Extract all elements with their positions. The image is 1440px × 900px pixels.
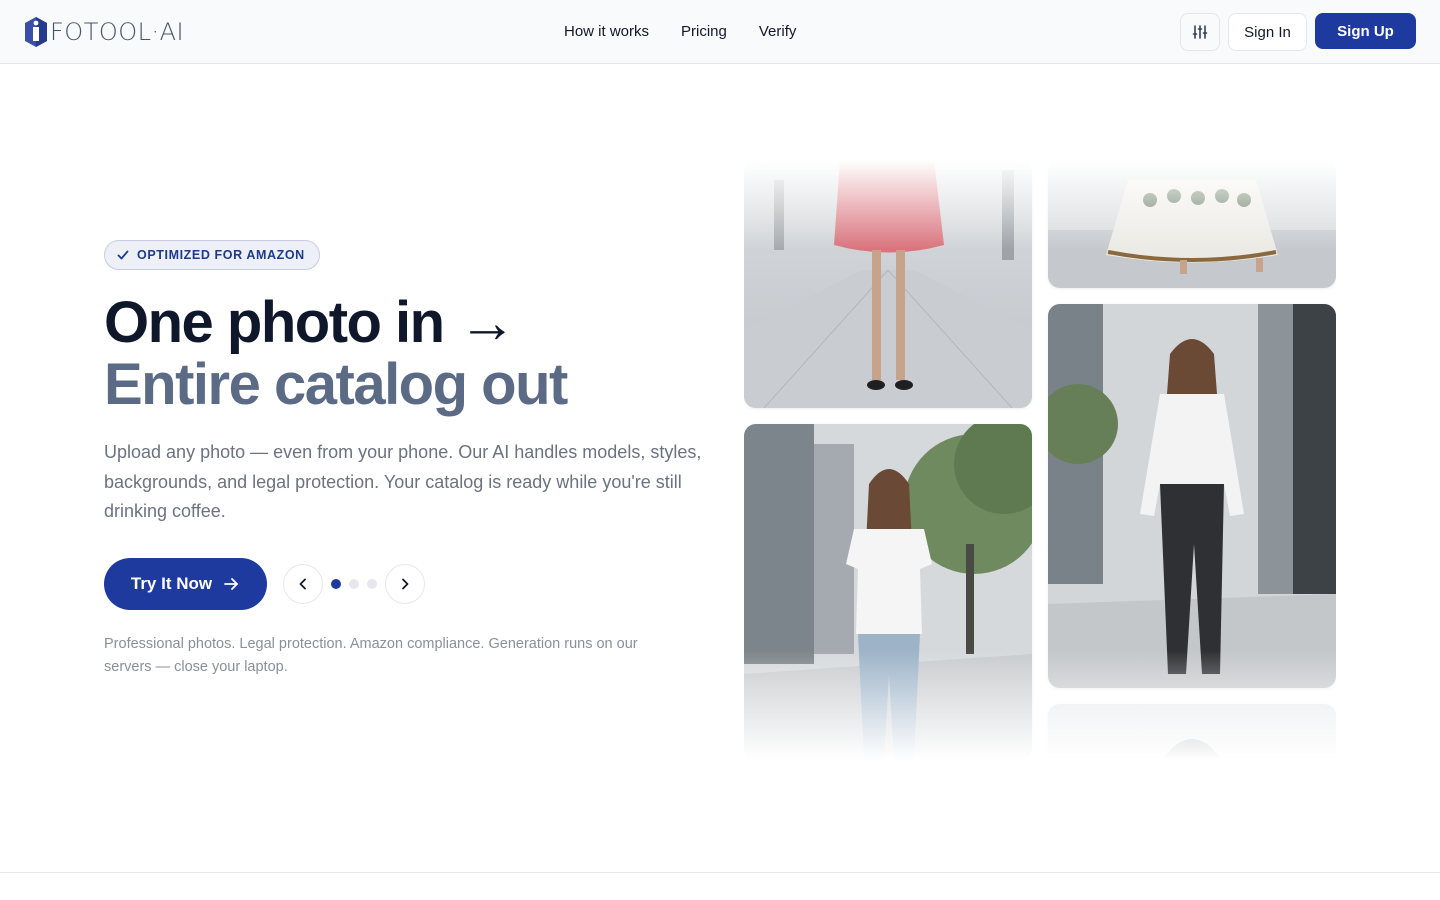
amazon-badge: OPTIMIZED FOR AMAZON bbox=[104, 240, 320, 270]
logo[interactable]: FOTOOL·AI bbox=[24, 16, 184, 48]
carousel-dot-3[interactable] bbox=[367, 579, 377, 589]
logo-text: FOTOOL·AI bbox=[50, 18, 185, 46]
nav-how-it-works[interactable]: How it works bbox=[564, 20, 649, 44]
nav-pricing[interactable]: Pricing bbox=[681, 20, 727, 44]
chevron-left-icon bbox=[299, 578, 306, 590]
check-icon bbox=[117, 250, 129, 260]
logo-hexagon-icon bbox=[25, 17, 47, 47]
nav-verify[interactable]: Verify bbox=[759, 20, 797, 44]
carousel-dot-2[interactable] bbox=[349, 579, 359, 589]
carousel-prev-button[interactable] bbox=[283, 564, 323, 604]
hero-title-line1: One photo in → bbox=[104, 290, 516, 355]
carousel-next-button[interactable] bbox=[385, 564, 425, 604]
arrow-right-icon bbox=[224, 578, 239, 590]
section-divider bbox=[0, 872, 1440, 873]
cta-label: Try It Now bbox=[130, 574, 213, 593]
hero-description: Upload any photo — even from your phone.… bbox=[104, 442, 702, 521]
hero-footnote: Professional photos. Legal protection. A… bbox=[104, 636, 638, 675]
sliders-icon bbox=[1192, 25, 1208, 39]
embroidered-dress-photo bbox=[1048, 160, 1336, 288]
partial-model-photo bbox=[1048, 704, 1336, 760]
try-it-now-button[interactable]: Try It Now bbox=[104, 558, 267, 610]
carousel-dot-1[interactable] bbox=[331, 579, 341, 589]
photo-gallery bbox=[744, 160, 1336, 760]
chevron-right-icon bbox=[402, 578, 409, 590]
sign-up-button[interactable]: Sign Up bbox=[1315, 13, 1416, 49]
hero-title-line2: Entire catalog out bbox=[104, 352, 568, 417]
settings-button[interactable] bbox=[1180, 13, 1220, 51]
red-skirt-model-photo bbox=[744, 160, 1032, 408]
hero-title: One photo in → Entire catalog out bbox=[104, 290, 568, 417]
main-nav: How it works Pricing Verify bbox=[564, 20, 796, 44]
badge-label: OPTIMIZED FOR AMAZON bbox=[137, 248, 305, 262]
white-tee-jeans-model-photo bbox=[744, 424, 1032, 760]
site-header: FOTOOL·AI How it works Pricing Verify Si… bbox=[0, 0, 1440, 64]
carousel-dots bbox=[331, 579, 377, 589]
sign-in-button[interactable]: Sign In bbox=[1228, 13, 1307, 51]
white-blouse-black-jeans-model-photo bbox=[1048, 304, 1336, 688]
